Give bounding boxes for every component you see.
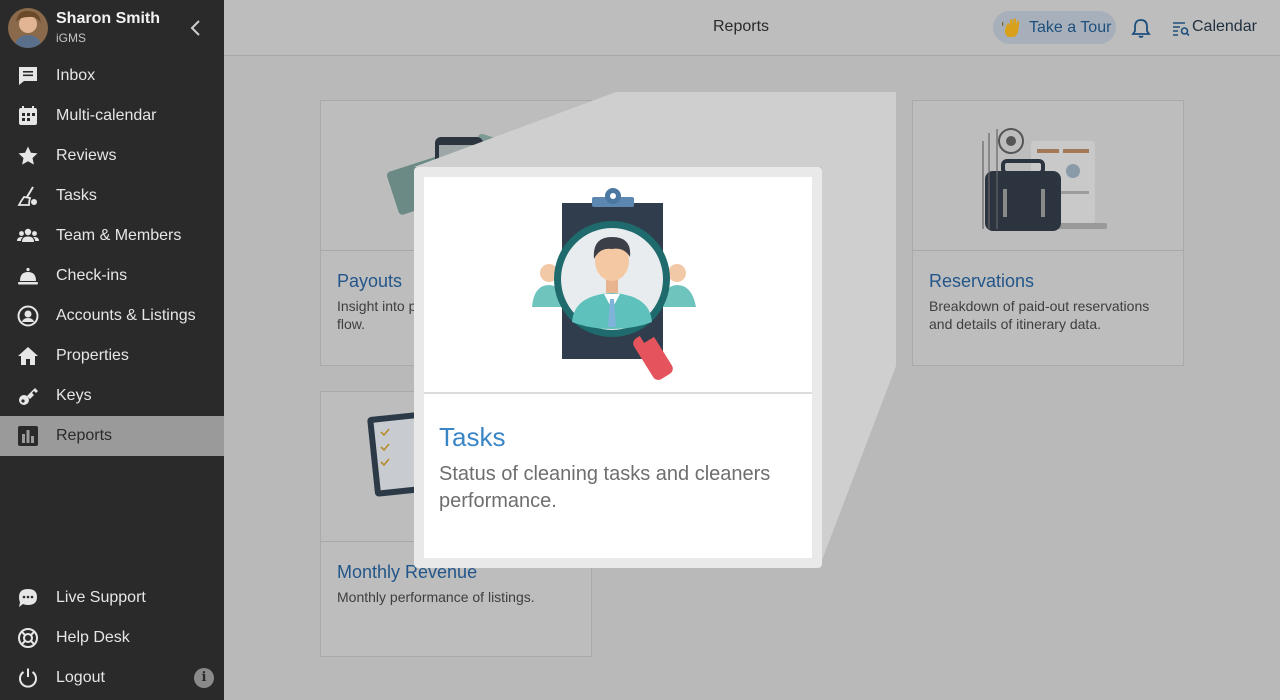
nav-item-logout[interactable]: Logout i [0,658,224,698]
calendar-label: Calendar [1192,18,1257,35]
power-icon [17,667,39,689]
card-desc-line-2: flow. [337,316,366,332]
notifications-bell-icon[interactable] [1130,17,1152,39]
bar-chart-icon [17,425,39,447]
take-a-tour-label: Take a Tour [1029,19,1112,36]
nav-item-reports[interactable]: Reports [0,416,224,456]
nav-item-reviews[interactable]: Reviews [0,136,224,176]
key-icon [17,385,39,407]
user-profile[interactable]: Sharon Smith iGMS [0,0,224,56]
report-card-reservations[interactable]: Reservations Breakdown of paid-out reser… [912,100,1184,366]
nav-item-live-support[interactable]: Live Support [0,578,224,618]
popup-title: Tasks [439,422,506,452]
take-a-tour-button[interactable]: Take a Tour [993,11,1116,44]
card-description: aners [822,298,858,314]
calendar-search-icon [1172,20,1190,38]
card-title[interactable]: Reservations [929,271,1034,292]
nav-label: Tasks [56,187,97,204]
info-icon[interactable]: i [194,668,214,688]
bell-desk-icon [17,265,39,287]
home-icon [17,345,39,367]
star-icon [17,145,39,167]
card-desc-line-1: Insight into p [337,298,417,314]
tasks-illustration [424,177,812,394]
nav-label: Properties [56,347,129,364]
nav-label: Reports [56,427,113,444]
nav-label: Accounts & Listings [56,307,196,324]
team-icon [17,225,39,247]
lifebuoy-icon [17,627,39,649]
collapse-sidebar-icon[interactable] [186,18,206,38]
bottom-nav: Live Support Help Desk Logout i [0,578,224,698]
nav-item-inbox[interactable]: Inbox [0,56,224,96]
main-nav: Inbox Multi-calendar Reviews Tasks Team … [0,56,224,456]
calendar-button[interactable]: Calendar [1170,17,1260,41]
nav-item-accounts-listings[interactable]: Accounts & Listings [0,296,224,336]
nav-label: Help Desk [56,629,130,646]
nav-label: Inbox [56,67,96,84]
nav-label: Reviews [56,147,117,164]
nav-label: Multi-calendar [56,107,157,124]
inbox-icon [17,65,39,87]
popup-description: Status of cleaning tasks and cleaners pe… [439,463,771,512]
user-org: iGMS [56,31,86,45]
nav-item-multi-calendar[interactable]: Multi-calendar [0,96,224,136]
nav-item-check-ins[interactable]: Check-ins [0,256,224,296]
top-header: Reports Take a Tour Calendar [224,0,1280,56]
nav-label: Logout [56,669,105,686]
tour-popup-card[interactable]: Tasks Status of cleaning tasks and clean… [424,177,812,558]
nav-item-keys[interactable]: Keys [0,376,224,416]
nav-item-tasks[interactable]: Tasks [0,176,224,216]
avatar [8,8,48,48]
card-title[interactable]: Payouts [337,271,402,292]
nav-item-properties[interactable]: Properties [0,336,224,376]
sidebar: Sharon Smith iGMS Inbox Multi-calendar R… [0,0,224,700]
account-icon [17,305,39,327]
calendar-grid-icon [17,105,39,127]
nav-label: Check-ins [56,267,128,284]
tour-popup: Tasks Status of cleaning tasks and clean… [414,167,822,568]
waving-hand-icon [1001,16,1025,40]
user-name: Sharon Smith [56,10,161,27]
reservations-illustration [913,101,1183,251]
nav-label: Live Support [56,589,146,606]
nav-item-help-desk[interactable]: Help Desk [0,618,224,658]
nav-label: Team & Members [56,227,182,244]
broom-icon [17,185,39,207]
nav-item-team-members[interactable]: Team & Members [0,216,224,256]
card-description: Monthly performance of listings. [337,589,535,605]
nav-label: Keys [56,387,92,404]
card-description: Breakdown of paid-out reservations and d… [929,298,1150,332]
chat-icon [17,587,39,609]
